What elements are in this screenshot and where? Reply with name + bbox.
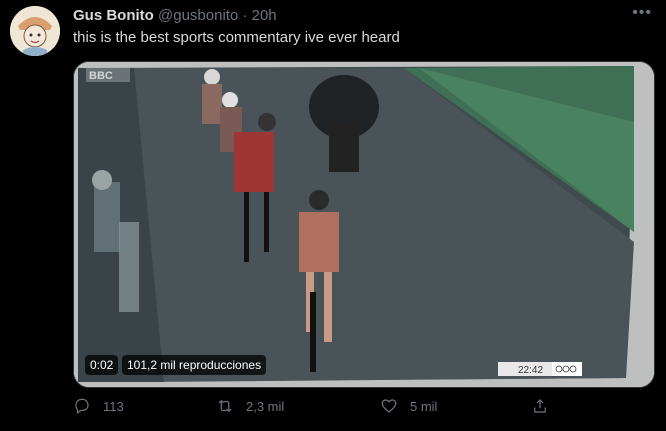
like-button[interactable]: 5 mil [380, 397, 437, 415]
clock-bug: 22:42 [498, 362, 582, 376]
tweet-text: this is the best sports commentary ive e… [73, 29, 400, 46]
share-icon [534, 399, 546, 413]
video-duration: 0:02 [85, 355, 119, 375]
more-icon[interactable]: ••• [632, 4, 652, 22]
separator: · [242, 7, 248, 24]
display-name[interactable]: Gus Bonito [73, 7, 154, 24]
tweet-actions: 113 2,3 mil 5 mil [73, 397, 633, 423]
handle[interactable]: @gusbonito [158, 7, 238, 24]
video-player[interactable]: BBC 22:42 0:02 101,2 mil reproducciones [73, 61, 655, 388]
tweet-header: Gus Bonito @gusbonito · 20h [73, 6, 277, 26]
view-count: 101,2 mil reproducciones [122, 355, 267, 375]
broadcaster-label: BBC [89, 70, 113, 82]
reply-count: 113 [103, 398, 124, 414]
heart-icon [381, 399, 397, 413]
retweet-count: 2,3 mil [246, 398, 285, 414]
share-button[interactable] [531, 397, 561, 415]
retweet-icon [218, 399, 232, 413]
reply-button[interactable]: 113 [73, 397, 124, 415]
clock-label: 22:42 [518, 365, 543, 376]
avatar[interactable] [10, 6, 60, 56]
broadcaster-logo: BBC [86, 68, 130, 82]
like-count: 5 mil [410, 398, 438, 414]
reply-icon [75, 398, 89, 414]
timestamp[interactable]: 20h [252, 7, 277, 24]
retweet-button[interactable]: 2,3 mil [216, 397, 284, 415]
video-frame: BBC 22:42 [74, 62, 654, 387]
avatar-illustration [10, 6, 60, 56]
